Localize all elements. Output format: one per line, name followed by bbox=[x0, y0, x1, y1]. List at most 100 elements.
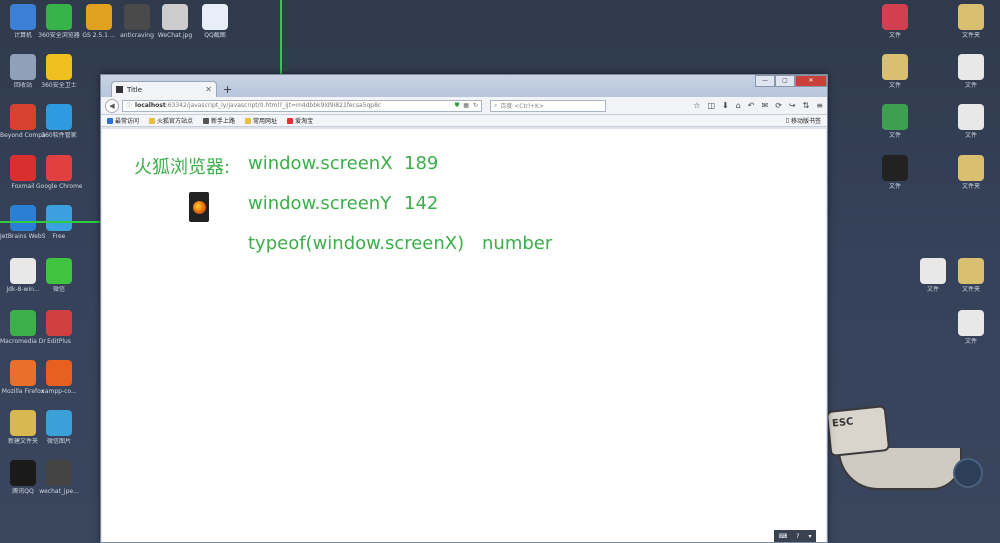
app-icon bbox=[46, 205, 72, 231]
bookmarks-toolbar: 最常访问 火狐官方站点 新手上路 常用网址 爱淘宝 ▯ 移动版书签 bbox=[101, 115, 827, 127]
minimize-button[interactable]: — bbox=[755, 75, 775, 87]
app-icon bbox=[10, 155, 36, 181]
desktop-icon-label: Free bbox=[52, 233, 66, 240]
right-desktop-icon-7[interactable]: 文件夹 bbox=[948, 155, 994, 190]
right-desktop-icon-6[interactable]: 文件 bbox=[872, 155, 918, 190]
bookmark-aitaobao[interactable]: 爱淘宝 bbox=[287, 116, 313, 125]
desktop-icon-label: 文件夹 bbox=[961, 183, 980, 190]
tab-close-icon[interactable]: ✕ bbox=[205, 85, 216, 94]
app-icon bbox=[10, 460, 36, 486]
desktop-icon-label: 微信 bbox=[52, 286, 65, 293]
esc-key-label: ESC bbox=[831, 416, 854, 430]
help-icon: ? bbox=[796, 532, 800, 540]
bookmark-label: 新手上路 bbox=[211, 118, 236, 125]
app-icon bbox=[10, 258, 36, 284]
left-desktop-icon-15[interactable]: 微信 bbox=[36, 258, 82, 293]
title-bar: Title ✕ + — ▢ ✕ bbox=[101, 75, 827, 97]
left-desktop-icon-11[interactable]: Google Chrome bbox=[36, 155, 82, 190]
chat-icon[interactable]: ✉ bbox=[761, 101, 768, 110]
undo-icon[interactable]: ↶ bbox=[748, 101, 755, 110]
reload-icon[interactable]: ↻ bbox=[473, 102, 478, 109]
download-icon[interactable]: ⬇ bbox=[722, 101, 729, 110]
app-icon bbox=[10, 360, 36, 386]
status-widget[interactable]: ⌨ ? ▾ bbox=[774, 530, 816, 542]
app-icon bbox=[882, 104, 908, 130]
screenx-label: window.screenX bbox=[248, 153, 393, 174]
bookmark-label: 常用网址 bbox=[253, 118, 278, 125]
tab-title[interactable]: Title ✕ bbox=[111, 81, 217, 97]
screenx-value: 189 bbox=[404, 153, 439, 174]
chevron-down-icon: ▾ bbox=[808, 532, 812, 540]
url-host: localhost bbox=[135, 102, 166, 109]
extension-icon[interactable]: ⇅ bbox=[803, 101, 810, 110]
right-desktop-icon-5[interactable]: 文件 bbox=[948, 104, 994, 139]
sync-icon[interactable]: ⟳ bbox=[775, 101, 782, 110]
desktop-icon-label: xampp-co... bbox=[41, 388, 77, 395]
gear-icon bbox=[203, 117, 210, 124]
right-desktop-icon-0[interactable]: 文件 bbox=[872, 4, 918, 39]
right-desktop-icon-10[interactable]: 文件 bbox=[948, 310, 994, 345]
desktop-icon-label: 文件 bbox=[964, 338, 977, 345]
home-icon[interactable]: ⌂ bbox=[736, 101, 741, 110]
wallpaper-sticker-body bbox=[838, 448, 962, 490]
right-desktop-icon-1[interactable]: 文件夹 bbox=[948, 4, 994, 39]
app-icon bbox=[46, 4, 72, 30]
bookmark-label: 移动版书签 bbox=[790, 118, 821, 125]
bookmark-star-icon[interactable]: ☆ bbox=[693, 101, 700, 110]
app-icon bbox=[202, 4, 228, 30]
close-window-button[interactable]: ✕ bbox=[795, 75, 827, 87]
app-icon bbox=[46, 360, 72, 386]
bookmark-mobile[interactable]: ▯ 移动版书签 bbox=[786, 116, 821, 125]
wallpaper-esc-key: ESC bbox=[825, 404, 891, 458]
window-controls: — ▢ ✕ bbox=[755, 75, 827, 87]
desktop-icon-label: 文件 bbox=[888, 32, 901, 39]
page-content: 火狐浏览器: window.screenX 189 window.screenY… bbox=[102, 129, 826, 542]
search-input[interactable]: ⌕ 百度 <Ctrl+K> bbox=[490, 99, 606, 112]
app-icon bbox=[958, 4, 984, 30]
desktop-icon-label: 360安全卫士 bbox=[41, 82, 77, 89]
screenshot-icon[interactable]: ◫ bbox=[707, 101, 715, 110]
bookmark-getting-started[interactable]: 新手上路 bbox=[203, 116, 235, 125]
folder-icon bbox=[149, 117, 156, 124]
search-placeholder: 百度 <Ctrl+K> bbox=[500, 103, 544, 110]
maximize-button[interactable]: ▢ bbox=[775, 75, 795, 87]
right-desktop-icon-9[interactable]: 文件夹 bbox=[948, 258, 994, 293]
url-bar[interactable]: ⓘ localhost :63342/javascript_ly/javascr… bbox=[122, 99, 482, 112]
shield-icon[interactable]: ⛊ bbox=[455, 102, 460, 110]
new-tab-button[interactable]: + bbox=[223, 83, 232, 96]
right-desktop-icon-2[interactable]: 文件 bbox=[872, 54, 918, 89]
share-icon[interactable]: ↪ bbox=[789, 101, 796, 110]
floating-tray-widget[interactable] bbox=[953, 458, 983, 488]
bookmark-most-visited[interactable]: 最常访问 bbox=[107, 116, 139, 125]
left-desktop-icon-9[interactable]: 360软件管家 bbox=[36, 104, 82, 139]
left-desktop-icon-5[interactable]: QQ截图 bbox=[192, 4, 238, 39]
typeof-value: number bbox=[482, 233, 553, 254]
desktop-icon-label: 文件夹 bbox=[961, 286, 980, 293]
left-desktop-icon-19[interactable]: xampp-co... bbox=[36, 360, 82, 395]
right-desktop-icon-4[interactable]: 文件 bbox=[872, 104, 918, 139]
screeny-value: 142 bbox=[404, 193, 439, 214]
bookmark-common-sites[interactable]: 常用网址 bbox=[245, 116, 277, 125]
back-button[interactable]: ◀ bbox=[105, 98, 119, 113]
left-desktop-icon-23[interactable]: wechat_jpe... bbox=[36, 460, 82, 495]
right-desktop-icon-3[interactable]: 文件 bbox=[948, 54, 994, 89]
qr-code-icon[interactable]: ▦ bbox=[463, 102, 469, 109]
desktop-icon-label: QQ截图 bbox=[204, 32, 226, 39]
app-icon bbox=[882, 54, 908, 80]
left-desktop-icon-7[interactable]: 360安全卫士 bbox=[36, 54, 82, 89]
guide-line-vertical bbox=[280, 0, 282, 75]
app-icon bbox=[86, 4, 112, 30]
menu-icon[interactable]: ≡ bbox=[816, 101, 823, 110]
app-icon bbox=[10, 54, 36, 80]
toolbar-icons: ☆ ◫ ⬇ ⌂ ↶ ✉ ⟳ ↪ ⇅ ≡ bbox=[693, 101, 823, 110]
left-desktop-icon-21[interactable]: 微信图片 bbox=[36, 410, 82, 445]
app-icon bbox=[10, 410, 36, 436]
bookmark-firefox-sites[interactable]: 火狐官方站点 bbox=[149, 116, 193, 125]
firefox-logo-icon bbox=[189, 192, 209, 222]
info-icon[interactable]: ⓘ bbox=[126, 101, 132, 110]
app-icon bbox=[958, 54, 984, 80]
left-desktop-icon-17[interactable]: EditPlus bbox=[36, 310, 82, 345]
search-icon: ⌕ bbox=[494, 101, 498, 109]
app-icon bbox=[958, 258, 984, 284]
bookmark-label: 火狐官方站点 bbox=[157, 118, 194, 125]
